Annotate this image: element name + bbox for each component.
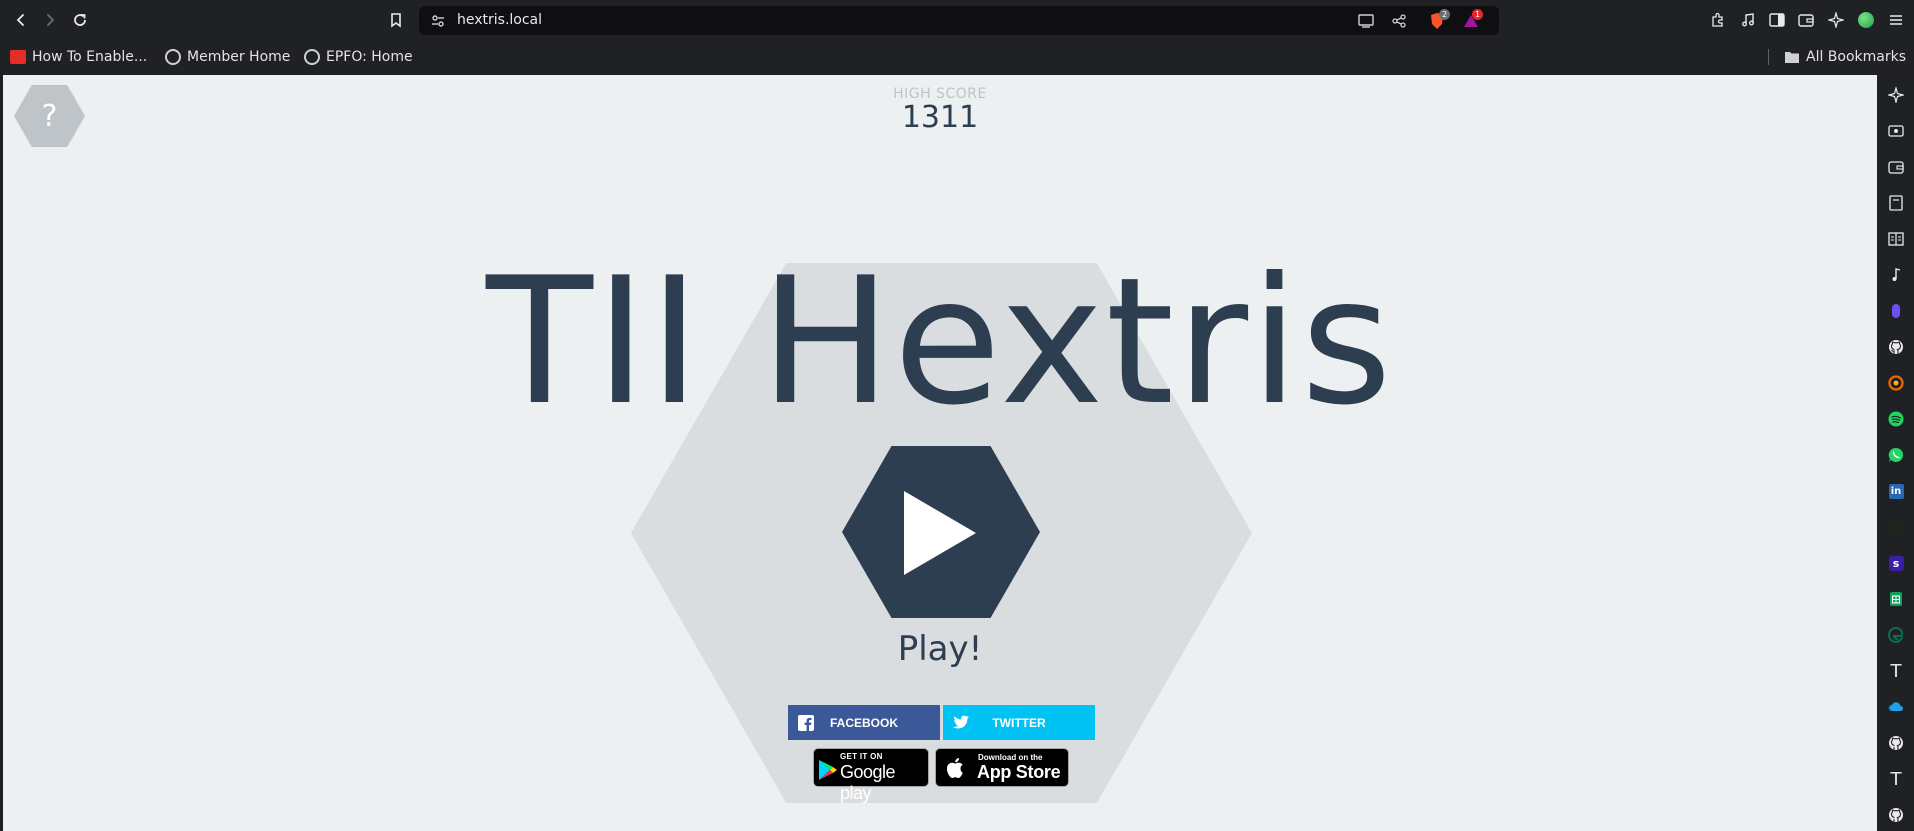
bookmark-member-home[interactable]: Member Home xyxy=(165,47,290,67)
spotify-icon[interactable] xyxy=(1886,409,1906,429)
facebook-share-button[interactable]: FACEBOOK xyxy=(788,705,940,740)
menu-icon[interactable] xyxy=(1884,8,1908,32)
shield-count-badge: 2 xyxy=(1439,9,1450,20)
slack-icon[interactable]: s xyxy=(1886,553,1906,573)
site-settings-icon[interactable] xyxy=(428,11,448,31)
music-icon[interactable] xyxy=(1886,265,1906,285)
edge-icon[interactable] xyxy=(1886,625,1906,645)
share-icon[interactable] xyxy=(1389,11,1409,31)
openai-icon[interactable] xyxy=(1886,517,1906,537)
code-icon xyxy=(10,50,26,64)
github-icon[interactable] xyxy=(1886,337,1906,357)
bookmark-epfo-home[interactable]: EPFO: Home xyxy=(304,47,413,67)
reload-icon[interactable] xyxy=(68,8,92,32)
play-label[interactable]: Play! xyxy=(3,629,1877,669)
google-play-icon xyxy=(819,760,837,780)
leo-ai-icon[interactable] xyxy=(1824,8,1848,32)
all-bookmarks-button[interactable]: All Bookmarks xyxy=(1784,47,1906,67)
app-store-small-text: Download on the xyxy=(978,753,1043,762)
cloud-icon[interactable] xyxy=(1886,697,1906,717)
brave-shields-icon[interactable]: 2 xyxy=(1427,9,1450,31)
google-play-big-text: Google play xyxy=(840,762,896,803)
twitter-label: TWITTER xyxy=(992,715,1046,730)
high-score-value: 1311 xyxy=(901,100,979,135)
sheets-icon[interactable] xyxy=(1886,589,1906,609)
linkedin-icon[interactable]: in xyxy=(1886,481,1906,501)
reader-mode-icon[interactable] xyxy=(1886,229,1906,249)
all-bookmarks-label: All Bookmarks xyxy=(1806,49,1907,65)
wallet-icon[interactable] xyxy=(1794,8,1818,32)
bookmark-page-icon[interactable] xyxy=(384,8,408,32)
bookmarks-divider xyxy=(1768,49,1769,65)
app-icon[interactable] xyxy=(1886,301,1906,321)
extensions-icon[interactable] xyxy=(1706,8,1730,32)
address-bar[interactable]: hextris.local 2 1 xyxy=(419,6,1499,35)
bookmark-label: How To Enable... xyxy=(32,49,148,65)
wallet-icon[interactable] xyxy=(1886,157,1906,177)
twitter-share-button[interactable]: TWITTER xyxy=(943,705,1095,740)
whatsapp-icon[interactable] xyxy=(1886,445,1906,465)
github-icon[interactable] xyxy=(1886,733,1906,753)
text-icon[interactable]: T xyxy=(1886,661,1906,682)
globe-icon xyxy=(304,49,320,65)
github-icon[interactable] xyxy=(1886,805,1906,825)
play-icon xyxy=(904,491,976,575)
grafana-icon[interactable] xyxy=(1886,373,1906,393)
app-store-big-text: App Store xyxy=(977,762,1061,782)
video-icon[interactable] xyxy=(1886,121,1906,141)
bookmark-label: EPFO: Home xyxy=(326,49,413,65)
sidebar-toggle-icon[interactable] xyxy=(1765,8,1789,32)
google-play-button[interactable]: GET IT ON Google play xyxy=(813,748,929,803)
back-icon[interactable] xyxy=(9,8,33,32)
bookmarks-bar: How To Enable... Member Home EPFO: Home … xyxy=(0,41,1914,74)
game-title: TII Hextris xyxy=(486,241,1394,444)
bookmark-label: Member Home xyxy=(187,49,291,65)
cast-icon[interactable] xyxy=(1356,11,1376,31)
browser-toolbar: hextris.local 2 1 xyxy=(0,0,1914,41)
bookmark-how-to-enable[interactable]: How To Enable... xyxy=(10,47,147,67)
url-text[interactable]: hextris.local xyxy=(457,12,542,28)
folder-icon xyxy=(1785,52,1799,63)
rewards-count-badge: 1 xyxy=(1472,9,1483,20)
media-icon[interactable] xyxy=(1736,8,1760,32)
apple-icon xyxy=(946,758,963,778)
brave-rewards-icon[interactable]: 1 xyxy=(1461,9,1483,31)
app-store-button[interactable]: Download on the App Store xyxy=(935,748,1069,787)
profile-avatar[interactable] xyxy=(1854,8,1878,32)
reading-list-icon[interactable] xyxy=(1886,193,1906,213)
right-sidebar: in s T T xyxy=(1877,75,1914,831)
facebook-label: FACEBOOK xyxy=(829,715,898,730)
text-icon[interactable]: T xyxy=(1886,769,1906,790)
google-play-small-text: GET IT ON xyxy=(840,752,883,761)
leo-ai-icon[interactable] xyxy=(1886,85,1906,105)
forward-icon[interactable] xyxy=(38,8,62,32)
globe-icon xyxy=(165,49,181,65)
game-viewport: ? HIGH SCORE 1311 TII Hextris Play! FACE… xyxy=(3,75,1877,831)
